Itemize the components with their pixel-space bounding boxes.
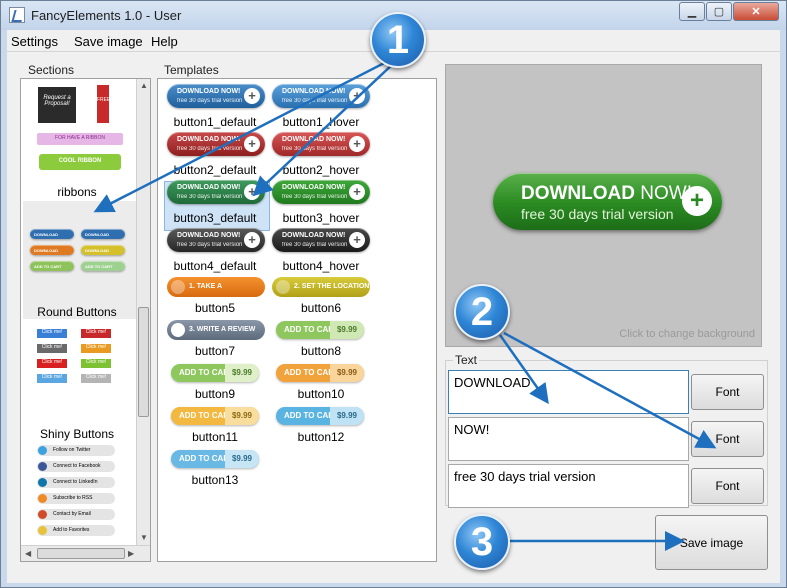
sections-vscroll[interactable]: ▲ ▼ [136,79,150,545]
section-title: ribbons [57,185,97,199]
font-button-3[interactable]: Font [691,468,764,504]
menu-help[interactable]: Help [151,34,178,49]
template-button6[interactable]: 2. SET THE LOCATION [272,277,370,297]
template-caption: button2_default [173,163,257,177]
ribbon-thumb-green: COOL RIBBON [39,154,121,170]
template-button1-hover[interactable]: DOWNLOAD NOW! free 30 days trial version + [272,84,370,108]
template-caption: button12 [297,430,345,444]
round-thumb: ADD TO CART [81,261,125,271]
template-caption: button11 [192,430,238,444]
sections-label: Sections [28,63,75,77]
section-title: Round Buttons [37,305,117,319]
template-button4-hover[interactable]: DOWNLOAD NOW! free 30 days trial version + [272,228,370,252]
templates-label: Templates [164,63,219,77]
minimize-button[interactable]: ▁ [679,2,705,21]
text-field-3[interactable]: free 30 days trial version [448,464,689,508]
text-field-1[interactable]: DOWNLOAD [448,370,689,414]
app-window: FancyElements 1.0 - User ▁ ▢ ✕ Settings … [0,0,787,588]
template-caption: button3_hover [282,211,360,225]
plus-icon: + [682,186,712,216]
menu-save-image[interactable]: Save image [74,34,143,49]
change-background-hint: Click to change background [619,328,755,340]
template-button2-hover[interactable]: DOWNLOAD NOW! free 30 days trial version + [272,132,370,156]
hscroll-thumb[interactable] [37,548,125,559]
templates-panel: DOWNLOAD NOW! free 30 days trial version +… [157,78,437,562]
callout-badge-3: 3 [454,514,510,570]
template-button11[interactable]: ADD TO CART $9.99 [171,407,259,425]
save-image-button[interactable]: Save image [655,515,768,570]
template-button8[interactable]: ADD TO CART $9.99 [276,321,364,339]
ribbon-thumb-request: Request a Proposal! [38,87,76,123]
scroll-up-icon[interactable]: ▲ [140,81,148,90]
preview-download-button: DOWNLOAD NOW! free 30 days trial version… [493,173,722,230]
template-caption: button1_hover [282,115,360,129]
sections-hscroll[interactable]: ◀ ▶ [21,545,150,561]
template-button3-default[interactable]: DOWNLOAD NOW! free 30 days trial version + [167,180,265,204]
template-caption: button7 [194,344,236,358]
scroll-right-icon[interactable]: ▶ [128,549,134,558]
template-caption: button4_hover [282,259,360,273]
app-icon [9,7,25,23]
template-caption: button2_hover [282,163,360,177]
template-caption: button1_default [173,115,257,129]
template-button3-hover[interactable]: DOWNLOAD NOW! free 30 days trial version + [272,180,370,204]
ribbon-thumb-pink: FOR HAVE A RIBBON [37,133,123,145]
template-caption: button9 [194,387,236,401]
template-button10[interactable]: ADD TO CART $9.99 [276,364,364,382]
window-title: FancyElements 1.0 - User [31,8,182,23]
text-label: Text [453,353,480,367]
scroll-down-icon[interactable]: ▼ [140,533,148,542]
callout-badge-2: 2 [454,284,510,340]
sections-panel: Request a Proposal! FREE FOR HAVE A RIBB… [20,78,151,562]
template-button7[interactable]: 3. WRITE A REVIEW [167,320,265,340]
template-caption: button3_default [173,211,257,225]
template-button12[interactable]: ADD TO CART $9.99 [276,407,364,425]
template-button5[interactable]: 1. TAKE A PHOTOGRAPH [167,277,265,310]
template-button1-default[interactable]: DOWNLOAD NOW! free 30 days trial version + [167,84,265,108]
close-button[interactable]: ✕ [733,2,779,21]
section-title: Shiny Buttons [39,427,115,441]
template-caption: button8 [300,344,342,358]
menu-settings[interactable]: Settings [11,34,58,49]
section-shiny-buttons[interactable]: Click me! Click me! Click me! Click me! … [25,323,133,441]
round-thumb: DOWNLOAD [30,245,74,255]
template-button4-default[interactable]: DOWNLOAD NOW! free 30 days trial version + [167,228,265,252]
round-thumb: DOWNLOAD [81,229,125,239]
scroll-left-icon[interactable]: ◀ [25,549,31,558]
template-button9[interactable]: ADD TO CART $9.99 [171,364,259,382]
template-caption: button10 [297,387,345,401]
round-thumb: DOWNLOAD [30,229,74,239]
template-caption: button6 [300,301,342,315]
font-button-1[interactable]: Font [691,374,764,410]
section-social-buttons[interactable]: Follow on Twitter Connect to Facebook Co… [25,445,133,545]
template-caption: button13 [191,473,239,487]
round-thumb: ADD TO CART [30,261,74,271]
template-button13[interactable]: ADD TO CART $9.99 [171,450,259,468]
callout-badge-1: 1 [370,12,426,68]
maximize-button[interactable]: ▢ [706,2,732,21]
section-ribbons[interactable]: Request a Proposal! FREE FOR HAVE A RIBB… [25,81,133,199]
template-caption: button4_default [173,259,257,273]
client-area: Settings Save image Help Sections Reques… [7,30,780,583]
round-thumb: DOWNLOAD [81,245,125,255]
font-button-2[interactable]: Font [691,421,764,457]
ribbon-thumb-free: FREE [97,85,110,123]
template-caption: button5 [194,301,236,315]
text-field-2[interactable]: NOW! [448,417,689,461]
template-button2-default[interactable]: DOWNLOAD NOW! free 30 days trial version + [167,132,265,156]
vscroll-thumb[interactable] [138,307,149,417]
section-round-buttons[interactable]: DOWNLOAD DOWNLOAD DOWNLOAD DOWNLOAD ADD … [23,201,137,319]
